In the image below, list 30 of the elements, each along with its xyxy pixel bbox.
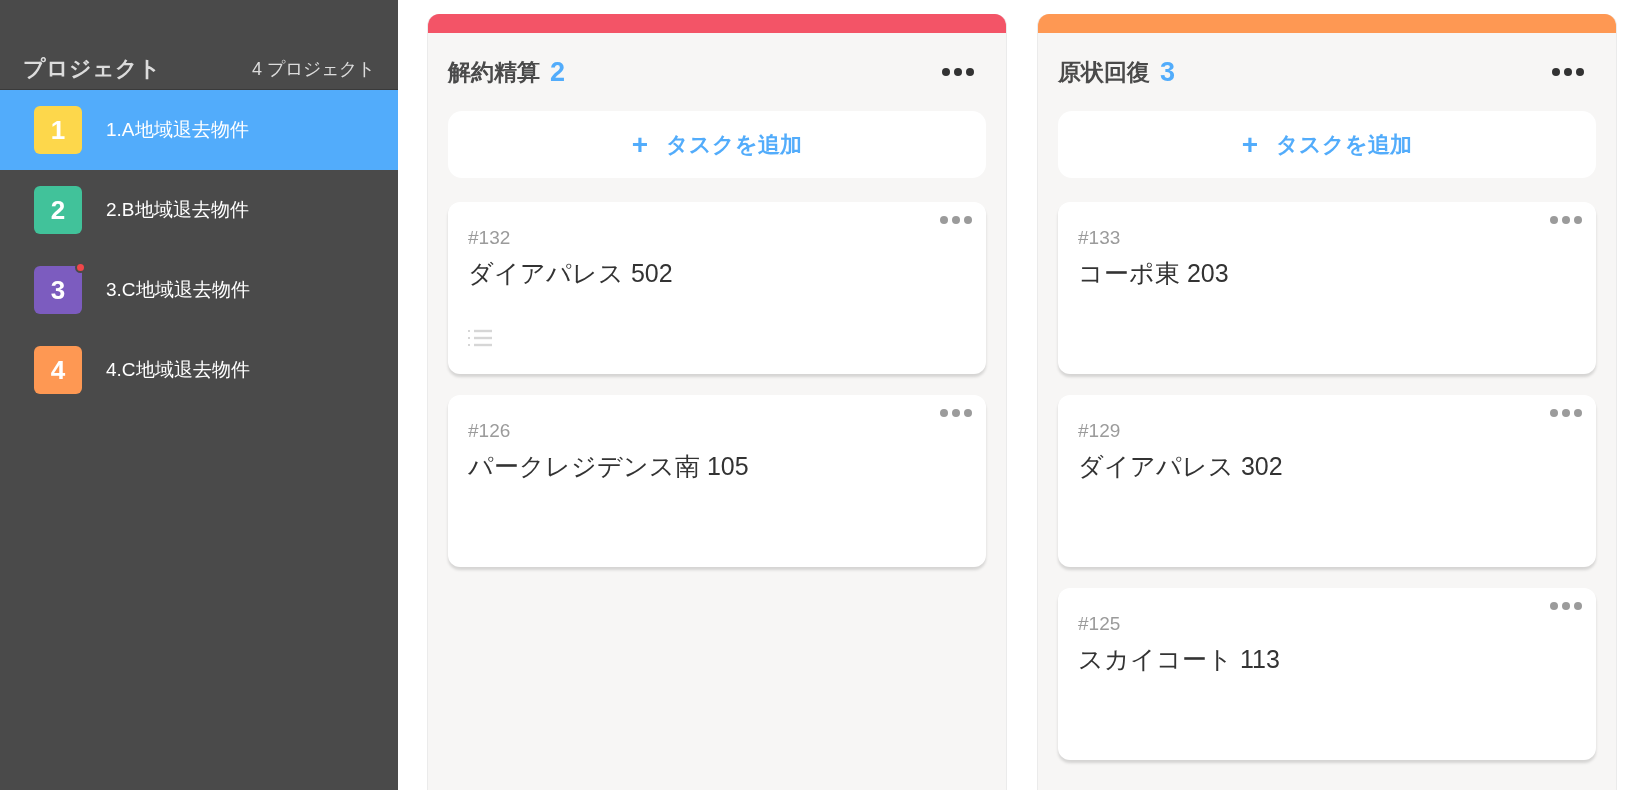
project-badge: 1	[34, 106, 82, 154]
task-id: #132	[468, 226, 511, 250]
task-card[interactable]: #125 スカイコート 113	[1058, 588, 1596, 760]
more-icon[interactable]	[942, 68, 974, 76]
task-count: 3	[1160, 55, 1176, 89]
task-title: スカイコート 113	[1078, 643, 1280, 675]
task-card[interactable]: #132 ダイアパレス 502	[448, 202, 986, 374]
task-id: #126	[468, 419, 511, 443]
task-id: #133	[1078, 226, 1121, 250]
task-title: ダイアパレス 302	[1078, 450, 1283, 482]
project-item[interactable]: 3 3.C地域退去物件	[0, 250, 398, 330]
task-title: ダイアパレス 502	[468, 257, 673, 289]
task-title: コーポ東 203	[1078, 257, 1229, 289]
task-title: パークレジデンス南 105	[468, 450, 749, 482]
task-count: 2	[550, 55, 566, 89]
task-card[interactable]: #126 パークレジデンス南 105	[448, 395, 986, 567]
task-id: #125	[1078, 612, 1121, 636]
project-badge: 3	[34, 266, 82, 314]
project-badge: 2	[34, 186, 82, 234]
project-count: 4 プロジェクト	[252, 58, 375, 81]
column-title: 解約精算	[448, 57, 540, 87]
task-id: #129	[1078, 419, 1121, 443]
task-card[interactable]: #129 ダイアパレス 302	[1058, 395, 1596, 567]
column-title: 原状回復	[1058, 57, 1150, 87]
task-card[interactable]: #133 コーポ東 203	[1058, 202, 1596, 374]
project-badge: 4	[34, 346, 82, 394]
project-item[interactable]: 2 2.B地域退去物件	[0, 170, 398, 250]
sidebar-title: プロジェクト	[23, 55, 161, 83]
more-icon[interactable]	[1552, 68, 1584, 76]
project-item[interactable]: 4 4.C地域退去物件	[0, 330, 398, 410]
